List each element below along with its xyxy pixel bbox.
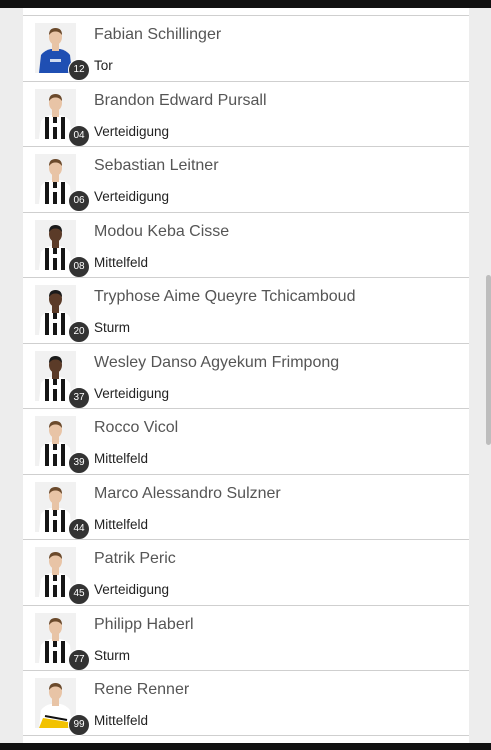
player-position: Mittelfeld xyxy=(94,451,149,466)
jersey-number-badge: 04 xyxy=(68,124,90,147)
player-position: Verteidigung xyxy=(94,582,170,597)
jersey-number-badge: 37 xyxy=(68,386,90,409)
status-bar xyxy=(0,0,491,8)
jersey-number-badge: 39 xyxy=(68,452,90,474)
player-row[interactable]: 06 Sebastian Leitner Verteidigung xyxy=(23,146,469,212)
jersey-number-badge: 45 xyxy=(68,583,90,605)
player-name: Patrik Peric xyxy=(94,550,176,567)
player-row[interactable]: 45 Patrik Peric Verteidigung xyxy=(23,539,469,605)
jersey-number-badge: 08 xyxy=(68,255,90,278)
player-position: Verteidigung xyxy=(94,385,170,401)
jersey-number-badge: 20 xyxy=(68,321,90,343)
player-position: Tor xyxy=(94,58,113,73)
player-name: Sebastian Leitner xyxy=(94,157,219,174)
player-position: Verteidigung xyxy=(94,189,170,204)
player-name: Rene Renner xyxy=(94,681,190,698)
player-row[interactable]: 20 Tryphose Aime Queyre Tchicamboud Sturm xyxy=(23,277,469,343)
jersey-number-badge: 77 xyxy=(68,648,90,671)
player-row[interactable]: 99 Rene Renner Mittelfeld xyxy=(23,670,469,736)
jersey-number-badge: 44 xyxy=(68,517,90,540)
player-row[interactable]: 08 Modou Keba Cisse Mittelfeld xyxy=(23,211,469,278)
player-list: 12 Fabian Schillinger Tor 04 Brandon Edward… xyxy=(23,15,469,736)
player-position: Verteidigung xyxy=(94,123,170,139)
player-name: Rocco Vicol xyxy=(94,419,179,436)
player-row[interactable]: 77 Philipp Haberl Sturm xyxy=(23,604,469,671)
jersey-number-badge: 06 xyxy=(68,190,90,212)
player-position: Mittelfeld xyxy=(94,516,149,532)
player-position: Sturm xyxy=(94,647,131,663)
player-row[interactable]: 12 Fabian Schillinger Tor xyxy=(23,15,469,81)
navigation-bar xyxy=(0,743,491,750)
player-row[interactable]: 39 Rocco Vicol Mittelfeld xyxy=(23,408,469,474)
scrollbar[interactable] xyxy=(486,275,491,445)
player-position: Mittelfeld xyxy=(94,254,149,270)
player-name: Brandon Edward Pursall xyxy=(94,91,267,109)
player-row[interactable]: 44 Marco Alessandro Sulzner Mittelfeld xyxy=(23,473,469,540)
jersey-number-badge: 12 xyxy=(68,59,90,81)
player-row[interactable]: 04 Brandon Edward Pursall Verteidigung xyxy=(23,80,469,147)
player-row[interactable]: 37 Wesley Danso Agyekum Frimpong Verteidig… xyxy=(23,342,469,409)
player-name: Modou Keba Cisse xyxy=(94,222,230,240)
player-position: Mittelfeld xyxy=(94,713,149,728)
player-name: Philipp Haberl xyxy=(94,615,194,633)
squad-list-panel: 12 Fabian Schillinger Tor 04 Brandon Edward… xyxy=(23,8,469,743)
player-name: Tryphose Aime Queyre Tchicamboud xyxy=(94,288,356,305)
player-name: Fabian Schillinger xyxy=(94,26,222,43)
player-name: Marco Alessandro Sulzner xyxy=(94,484,281,502)
player-name: Wesley Danso Agyekum Frimpong xyxy=(94,353,340,371)
player-position: Sturm xyxy=(94,320,131,335)
jersey-number-badge: 99 xyxy=(68,714,90,736)
